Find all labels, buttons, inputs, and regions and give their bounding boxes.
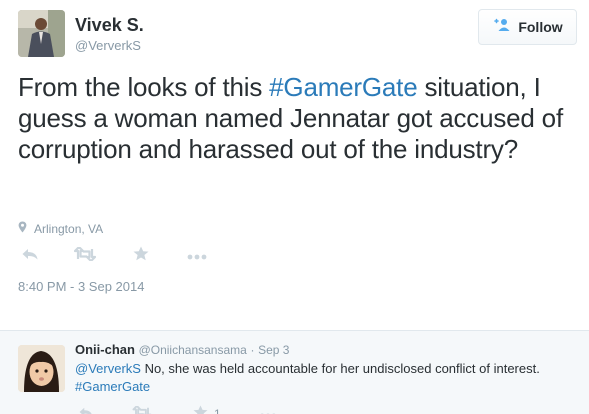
favorite-icon — [193, 404, 208, 414]
reply-author-handle[interactable]: @Oniichansansama — [139, 343, 247, 357]
location-pin-icon — [18, 220, 27, 238]
author-name[interactable]: Vivek S. — [75, 14, 144, 36]
tweet-text: From the looks of this #GamerGate situat… — [18, 72, 583, 165]
reply-date[interactable]: Sep 3 — [258, 343, 289, 357]
reply-favorite-count: 1 — [214, 407, 221, 414]
reply-favorite-button[interactable] — [189, 404, 211, 414]
reply-text: @VerverkS No, she was held accountable f… — [75, 360, 575, 396]
reply-author-name[interactable]: Onii-chan — [75, 342, 135, 357]
reply-mention-link[interactable]: @VerverkS — [75, 361, 141, 376]
more-icon — [187, 247, 207, 265]
retweet-icon — [73, 245, 97, 266]
favorite-button[interactable] — [129, 245, 153, 267]
location-text: Arlington, VA — [34, 222, 104, 236]
tweet-timestamp[interactable]: 8:40 PM - 3 Sep 2014 — [18, 279, 144, 294]
author-avatar[interactable] — [18, 10, 65, 57]
reply-avatar[interactable] — [18, 345, 65, 392]
tweet-text-before: From the looks of this — [18, 72, 270, 102]
reply-body: No, she was held accountable for her und… — [140, 361, 540, 376]
reply-retweet-button[interactable] — [131, 405, 153, 414]
reply-button[interactable] — [18, 245, 42, 267]
more-icon — [259, 405, 277, 414]
reply-separator: · — [250, 343, 255, 357]
reply-tweet: Onii-chan @Oniichansansama · Sep 3 @Verv… — [0, 330, 589, 414]
reply-icon — [78, 405, 94, 414]
reply-reply-button[interactable] — [75, 405, 97, 414]
retweet-button[interactable] — [73, 245, 97, 267]
reply-header: Onii-chan @Oniichansansama · Sep 3 — [75, 342, 289, 357]
author-handle[interactable]: @VerverkS — [75, 37, 144, 55]
reply-hashtag-link[interactable]: #GamerGate — [75, 379, 150, 394]
author-info: Vivek S. @VerverkS — [75, 14, 144, 55]
reply-icon — [21, 247, 39, 266]
more-button[interactable] — [185, 245, 209, 267]
favorite-icon — [133, 246, 149, 266]
follow-label: Follow — [518, 19, 563, 35]
follow-button[interactable]: Follow — [478, 9, 577, 45]
hashtag-link[interactable]: #GamerGate — [269, 72, 417, 102]
reply-more-button[interactable] — [257, 405, 279, 414]
tweet-location[interactable]: Arlington, VA — [18, 220, 103, 238]
retweet-icon — [132, 405, 152, 414]
tweet-card: Vivek S. @VerverkS Follow From the looks… — [0, 0, 589, 330]
follow-person-plus-icon — [492, 18, 512, 37]
